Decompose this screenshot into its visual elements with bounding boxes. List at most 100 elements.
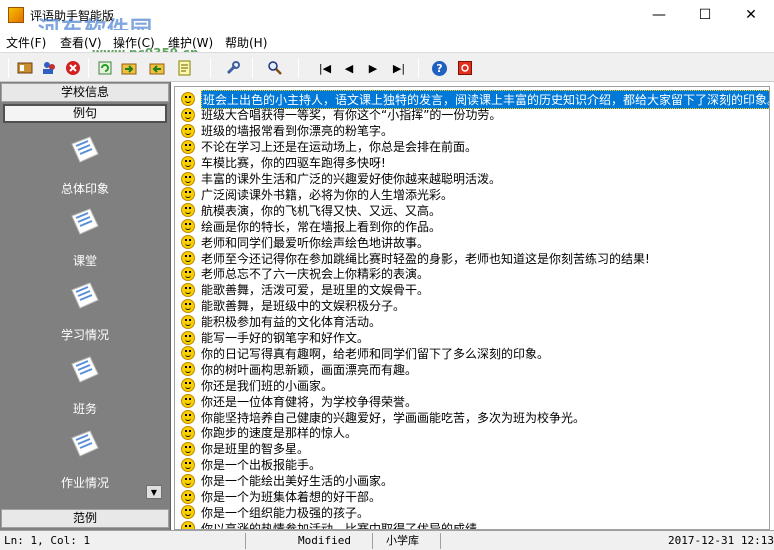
- comment-row[interactable]: 你的树叶画构思新颖，画面漂亮而有趣。: [181, 361, 417, 377]
- people-icon[interactable]: [40, 59, 58, 77]
- smiley-icon: [181, 266, 195, 281]
- comment-row[interactable]: 老师至今还记得你在参加跳绳比赛时轻盈的身影，老师也知道这是你刻苦练习的结果!: [181, 250, 650, 266]
- maximize-button[interactable]: ☐: [682, 0, 728, 30]
- comment-row[interactable]: 你是一个出板报能手。: [181, 457, 321, 473]
- scroll-down-button[interactable]: ▼: [146, 485, 162, 499]
- comment-row[interactable]: 丰富的课外生活和广泛的兴趣爱好使你越来越聪明活泼。: [181, 171, 501, 187]
- comment-row[interactable]: 你的日记写得真有趣啊，给老师和同学们留下了多么深刻的印象。: [181, 345, 549, 361]
- comment-text: 你的树叶画构思新颖，画面漂亮而有趣。: [201, 362, 418, 377]
- comment-row[interactable]: 老师和同学们最爱听你绘声绘色地讲故事。: [181, 234, 429, 250]
- comment-row[interactable]: 你以高涨的热情参加活动，比赛中取得了优异的成绩。: [181, 520, 490, 530]
- search-icon[interactable]: [266, 59, 284, 77]
- help-icon[interactable]: ?: [432, 61, 447, 76]
- document-icon: [71, 430, 99, 457]
- smiley-icon: [181, 425, 195, 440]
- comment-text: 广泛阅读课外书籍，必将为你的人生增添光彩。: [201, 187, 454, 202]
- comment-text: 你是一个出板报能手。: [201, 458, 322, 473]
- comment-row[interactable]: 班级大合唱获得一等奖，有你这个“小指挥”的一份功劳。: [181, 107, 501, 123]
- import-icon[interactable]: [120, 59, 138, 77]
- refresh-icon[interactable]: [96, 59, 114, 77]
- comment-text: 你还是我们班的小画家。: [201, 378, 334, 393]
- smiley-icon: [181, 314, 195, 329]
- nav-item-label: 学习情况: [60, 328, 109, 342]
- comment-row[interactable]: 能歌善舞，活泼可爱，是班里的文娱骨干。: [181, 282, 429, 298]
- smiley-icon: [181, 123, 195, 138]
- nav-item-homework[interactable]: 作业情况: [40, 428, 130, 491]
- smiley-icon: [181, 107, 195, 122]
- section-templates[interactable]: 范例: [1, 509, 169, 528]
- first-record-icon[interactable]: |◀: [316, 59, 334, 77]
- previous-record-icon[interactable]: ◀: [340, 59, 358, 77]
- section-school-info[interactable]: 学校信息: [1, 83, 169, 102]
- open-book-icon[interactable]: [16, 59, 34, 77]
- note-icon[interactable]: [176, 59, 194, 77]
- smiley-icon: [181, 457, 195, 472]
- comment-row[interactable]: 你跑步的速度是那样的惊人。: [181, 425, 357, 441]
- minimize-button[interactable]: —: [636, 0, 682, 30]
- comment-row[interactable]: 你是班里的智多星。: [181, 441, 309, 457]
- comment-text: 不论在学习上还是在运动场上，你总是会排在前面。: [201, 140, 478, 155]
- nav-item-label: 作业情况: [60, 476, 109, 490]
- smiley-icon: [181, 155, 195, 170]
- comment-text: 能歌善舞，是班级中的文娱积极分子。: [201, 299, 406, 314]
- cursor-position: Ln: 1, Col: 1: [4, 534, 91, 547]
- comment-row[interactable]: 你还是一位体育健将，为学校争得荣誉。: [181, 393, 417, 409]
- nav-item-classroom[interactable]: 课堂: [40, 206, 130, 269]
- tools-icon[interactable]: [224, 59, 242, 77]
- next-record-icon[interactable]: ▶: [364, 59, 382, 77]
- smiley-icon: [181, 410, 195, 424]
- smiley-icon: [181, 521, 195, 529]
- comment-row[interactable]: 车模比赛，你的四驱车跑得多快呀!: [181, 155, 386, 171]
- stop-icon[interactable]: [456, 59, 474, 77]
- comment-text: 你能坚持培养自己健康的兴趣爱好，学画画能吃苦，多次为班为校争光。: [201, 410, 586, 425]
- close-button[interactable]: ✕: [728, 0, 774, 30]
- comment-list[interactable]: 班会上出色的小主持人，语文课上独特的发言，阅读课上丰富的历史知识介绍，都给大家留…: [174, 86, 770, 530]
- last-record-icon[interactable]: ▶|: [390, 59, 408, 77]
- smiley-icon: [181, 378, 195, 393]
- comment-row[interactable]: 班会上出色的小主持人，语文课上独特的发言，阅读课上丰富的历史知识介绍，都给大家留…: [181, 89, 769, 109]
- status-divider: [372, 533, 373, 549]
- delete-icon[interactable]: [64, 59, 82, 77]
- document-icon: [71, 208, 99, 235]
- smiley-icon: [181, 473, 195, 488]
- comment-row[interactable]: 你是一个为班集体着想的好干部。: [181, 489, 381, 505]
- comment-row[interactable]: 班级的墙报常看到你漂亮的粉笔字。: [181, 123, 393, 139]
- comment-text: 班级的墙报常看到你漂亮的粉笔字。: [201, 124, 394, 139]
- comment-text: 你以高涨的热情参加活动，比赛中取得了优异的成绩。: [201, 521, 490, 530]
- comment-text: 老师至今还记得你在参加跳绳比赛时轻盈的身影，老师也知道这是你刻苦练习的结果!: [201, 251, 650, 266]
- comment-row[interactable]: 你还是我们班的小画家。: [181, 377, 333, 393]
- smiley-icon: [181, 330, 195, 345]
- comment-row[interactable]: 能歌善舞，是班级中的文娱积极分子。: [181, 298, 405, 314]
- comment-text: 航模表演，你的飞机飞得又快、又远、又高。: [201, 203, 442, 218]
- comment-row[interactable]: 能写一手好的钢笔字和好作文。: [181, 330, 369, 346]
- toolbar-separator: [210, 58, 211, 78]
- smiley-icon: [181, 139, 195, 154]
- smiley-icon: [181, 489, 195, 504]
- nav-item-overall-impression[interactable]: 总体印象: [40, 134, 130, 197]
- nav-item-study[interactable]: 学习情况: [40, 280, 130, 343]
- comment-text: 老师总忘不了六一庆祝会上你精彩的表演。: [201, 267, 430, 282]
- toolbar-separator: [418, 58, 419, 78]
- comment-text: 能积极参加有益的文化体育活动。: [201, 315, 382, 330]
- comment-row[interactable]: 你能坚持培养自己健康的兴趣爱好，学画画能吃苦，多次为班为校争光。: [181, 409, 585, 425]
- smiley-icon: [181, 235, 195, 250]
- document-state: Modified: [298, 534, 351, 547]
- comment-row[interactable]: 你是一个组织能力极强的孩子。: [181, 504, 369, 520]
- menu-file[interactable]: 文件(F): [6, 34, 46, 51]
- document-icon: [71, 356, 99, 383]
- comment-row[interactable]: 广泛阅读课外书籍，必将为你的人生增添光彩。: [181, 186, 453, 202]
- section-examples-active[interactable]: 例句: [3, 104, 167, 123]
- smiley-icon: [181, 92, 195, 106]
- menu-help[interactable]: 帮助(H): [225, 34, 267, 51]
- left-nav-panel: 学校信息 例句 总体印象 课堂 学习情况 班务 作业情况 ▼ 范例: [0, 82, 171, 530]
- comment-text: 你是一个组织能力极强的孩子。: [201, 505, 370, 520]
- nav-item-class-affairs[interactable]: 班务: [40, 354, 130, 417]
- export-icon[interactable]: [148, 59, 166, 77]
- comment-row[interactable]: 不论在学习上还是在运动场上，你总是会排在前面。: [181, 139, 477, 155]
- comment-row[interactable]: 航模表演，你的飞机飞得又快、又远、又高。: [181, 202, 441, 218]
- comment-row[interactable]: 能积极参加有益的文化体育活动。: [181, 314, 381, 330]
- toolbar-separator: [88, 58, 89, 78]
- comment-row[interactable]: 绘画是你的特长，常在墙报上看到你的作品。: [181, 218, 441, 234]
- comment-row[interactable]: 老师总忘不了六一庆祝会上你精彩的表演。: [181, 266, 429, 282]
- comment-row[interactable]: 你是一个能绘出美好生活的小画家。: [181, 473, 393, 489]
